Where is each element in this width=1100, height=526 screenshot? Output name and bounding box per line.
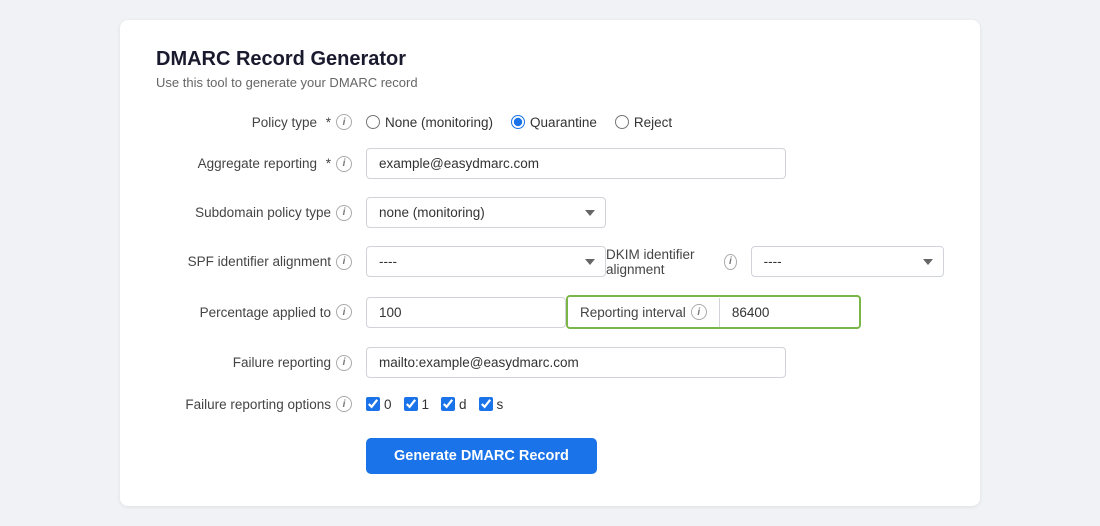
page-subtitle: Use this tool to generate your DMARC rec… xyxy=(156,75,944,90)
policy-quarantine-option[interactable]: Quarantine xyxy=(511,115,597,130)
failure-reporting-row: Failure reporting i xyxy=(156,347,944,378)
dkim-alignment-select[interactable]: ---- relaxed strict xyxy=(751,246,944,277)
subdomain-policy-label: Subdomain policy type i xyxy=(156,205,366,221)
reporting-interval-section: Reporting interval i xyxy=(566,295,944,329)
policy-quarantine-radio[interactable] xyxy=(511,115,525,129)
failure-option-1-checkbox[interactable] xyxy=(404,397,418,411)
failure-option-d[interactable]: d xyxy=(441,397,467,412)
failure-option-s-checkbox[interactable] xyxy=(479,397,493,411)
reporting-interval-info-icon[interactable]: i xyxy=(691,304,707,320)
spf-alignment-label: SPF identifier alignment i xyxy=(156,254,366,270)
percentage-info-icon[interactable]: i xyxy=(336,304,352,320)
failure-options-row: Failure reporting options i 0 1 d s xyxy=(156,396,944,412)
generate-dmarc-button[interactable]: Generate DMARC Record xyxy=(366,438,597,474)
percentage-input[interactable] xyxy=(366,297,566,328)
failure-option-s[interactable]: s xyxy=(479,397,504,412)
aggregate-reporting-label: Aggregate reporting * i xyxy=(156,156,366,172)
aggregate-reporting-input[interactable] xyxy=(366,148,786,179)
policy-type-label: Policy type * i xyxy=(156,114,366,130)
subdomain-policy-info-icon[interactable]: i xyxy=(336,205,352,221)
dkim-alignment-label: DKIM identifier alignment i xyxy=(606,247,751,277)
subdomain-policy-select[interactable]: none (monitoring) quarantine reject xyxy=(366,197,606,228)
failure-option-d-checkbox[interactable] xyxy=(441,397,455,411)
policy-type-row: Policy type * i None (monitoring) Quaran… xyxy=(156,114,944,130)
failure-option-0[interactable]: 0 xyxy=(366,397,392,412)
generate-button-row: Generate DMARC Record xyxy=(156,430,944,474)
policy-none-radio[interactable] xyxy=(366,115,380,129)
failure-reporting-label: Failure reporting i xyxy=(156,355,366,371)
dmarc-generator-card: DMARC Record Generator Use this tool to … xyxy=(120,20,980,506)
aggregate-reporting-info-icon[interactable]: i xyxy=(336,156,352,172)
dkim-alignment-info-icon[interactable]: i xyxy=(724,254,737,270)
dkim-alignment-section: DKIM identifier alignment i ---- relaxed… xyxy=(606,246,944,277)
subdomain-policy-row: Subdomain policy type i none (monitoring… xyxy=(156,197,944,228)
failure-options-info-icon[interactable]: i xyxy=(336,396,352,412)
spf-alignment-section: SPF identifier alignment i ---- relaxed … xyxy=(156,246,606,277)
policy-none-option[interactable]: None (monitoring) xyxy=(366,115,493,130)
policy-type-info-icon[interactable]: i xyxy=(336,114,352,130)
spf-alignment-info-icon[interactable]: i xyxy=(336,254,352,270)
policy-reject-option[interactable]: Reject xyxy=(615,115,672,130)
failure-options-checkboxes: 0 1 d s xyxy=(366,397,503,412)
reporting-interval-box: Reporting interval i xyxy=(566,295,861,329)
percentage-section: Percentage applied to i xyxy=(156,297,566,328)
percentage-interval-row: Percentage applied to i Reporting interv… xyxy=(156,295,944,329)
failure-reporting-info-icon[interactable]: i xyxy=(336,355,352,371)
alignment-row: SPF identifier alignment i ---- relaxed … xyxy=(156,246,944,277)
spf-alignment-select[interactable]: ---- relaxed strict xyxy=(366,246,606,277)
failure-reporting-input[interactable] xyxy=(366,347,786,378)
page-title: DMARC Record Generator xyxy=(156,48,944,71)
policy-type-options: None (monitoring) Quarantine Reject xyxy=(366,115,672,130)
failure-options-label: Failure reporting options i xyxy=(156,396,366,412)
failure-option-0-checkbox[interactable] xyxy=(366,397,380,411)
percentage-label: Percentage applied to i xyxy=(156,304,366,320)
reporting-interval-input[interactable] xyxy=(719,298,859,327)
aggregate-reporting-row: Aggregate reporting * i xyxy=(156,148,944,179)
failure-option-1[interactable]: 1 xyxy=(404,397,430,412)
reporting-interval-label: Reporting interval i xyxy=(568,297,719,327)
policy-reject-radio[interactable] xyxy=(615,115,629,129)
